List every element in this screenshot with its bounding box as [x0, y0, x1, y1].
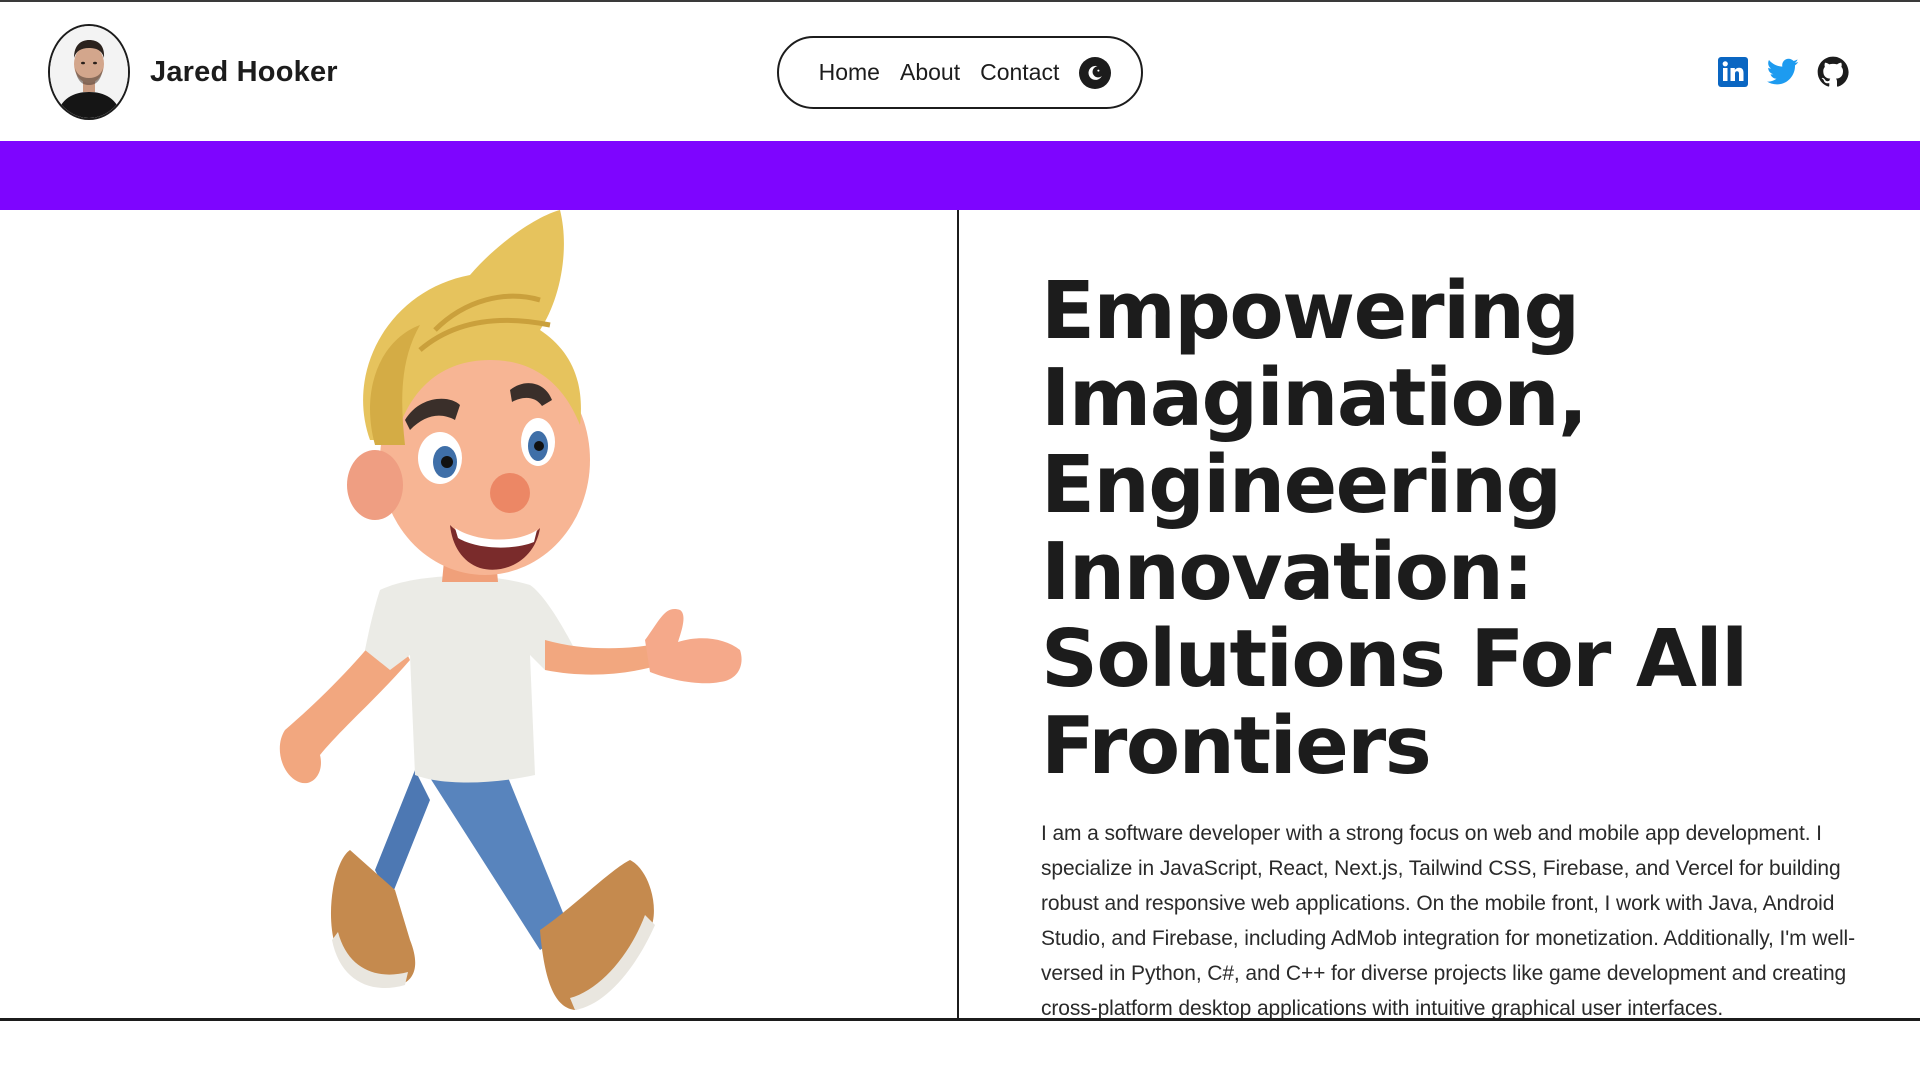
hero-bio: I am a software developer with a strong …	[1041, 822, 1855, 1020]
hero-divider	[957, 210, 959, 1018]
nav-about-link[interactable]: About	[900, 59, 960, 86]
twitter-icon	[1767, 58, 1799, 85]
nav-home-link[interactable]: Home	[819, 59, 880, 86]
theme-toggle-button[interactable]	[1079, 56, 1112, 89]
brand-home-link[interactable]: Jared Hooker	[48, 24, 338, 120]
linkedin-link[interactable]	[1716, 55, 1750, 89]
hero-headline: Empowering Imagination, Engineering Inno…	[1041, 265, 1748, 792]
hero-bottom-border	[0, 1018, 1920, 1021]
accent-banner	[0, 141, 1920, 210]
moon-icon	[1088, 65, 1103, 80]
nav-contact-link[interactable]: Contact	[980, 59, 1059, 86]
hero-text: Empowering Imagination, Engineering Inno…	[1041, 268, 1871, 1026]
cartoon-character-illustration	[279, 210, 742, 1010]
site-header: Jared Hooker Home About Contact	[0, 2, 1920, 140]
hero-section: Empowering Imagination, Engineering Inno…	[0, 210, 1920, 1021]
social-links	[1716, 55, 1850, 89]
linkedin-icon	[1718, 57, 1748, 87]
github-icon	[1817, 56, 1849, 87]
main-nav: Home About Contact	[777, 36, 1143, 109]
site-name: Jared Hooker	[150, 55, 338, 88]
twitter-link[interactable]	[1766, 55, 1800, 89]
avatar	[48, 24, 130, 120]
github-link[interactable]	[1816, 55, 1850, 89]
